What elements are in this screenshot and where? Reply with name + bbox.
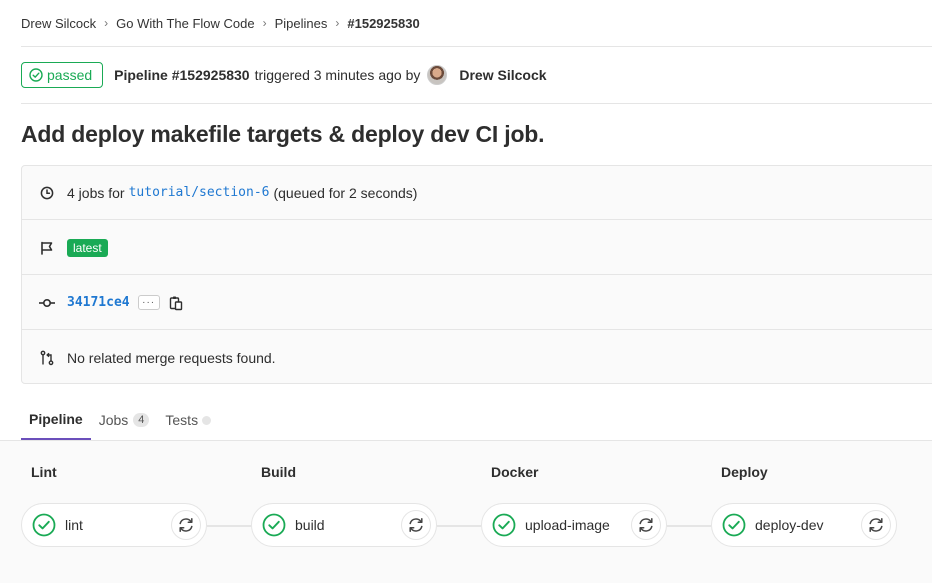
stage-connector bbox=[667, 525, 711, 527]
job-lint[interactable]: lint bbox=[21, 503, 207, 547]
merge-requests-row: No related merge requests found. bbox=[22, 331, 932, 384]
chevron-right-icon: › bbox=[335, 16, 340, 30]
tab-tests[interactable]: Tests bbox=[157, 400, 219, 440]
avatar[interactable] bbox=[427, 65, 448, 85]
queued-text: (queued for 2 seconds) bbox=[273, 184, 418, 201]
pipeline-title: Pipeline #152925830 bbox=[114, 67, 250, 83]
stage-title-deploy: Deploy bbox=[721, 464, 768, 480]
check-circle-icon bbox=[722, 513, 746, 537]
tab-jobs[interactable]: Jobs 4 bbox=[91, 400, 158, 440]
job-deploy-dev[interactable]: deploy-dev bbox=[711, 503, 897, 547]
tab-pipeline-label: Pipeline bbox=[29, 411, 83, 427]
copy-icon[interactable] bbox=[169, 295, 183, 311]
breadcrumb-project[interactable]: Go With The Flow Code bbox=[116, 16, 254, 31]
stage-connector bbox=[207, 525, 251, 527]
stage-title-docker: Docker bbox=[491, 464, 539, 480]
divider bbox=[21, 103, 932, 104]
expand-commit-button[interactable]: ··· bbox=[137, 295, 160, 310]
tags-row: latest bbox=[22, 221, 932, 275]
chevron-right-icon: › bbox=[104, 16, 109, 30]
commit-row: 34171ce4 ··· bbox=[22, 276, 932, 330]
jobs-info-row: 4 jobs for tutorial/section-6 (queued fo… bbox=[22, 166, 932, 220]
jobs-count-text: 4 jobs for bbox=[67, 184, 125, 201]
merge-request-icon bbox=[38, 350, 56, 366]
branch-link[interactable]: tutorial/section-6 bbox=[129, 185, 270, 200]
tab-tests-label: Tests bbox=[165, 412, 199, 428]
retry-icon[interactable] bbox=[401, 510, 431, 540]
tab-jobs-label: Jobs bbox=[98, 412, 129, 428]
breadcrumb-pipeline-id[interactable]: #152925830 bbox=[347, 16, 419, 31]
chevron-right-icon: › bbox=[262, 16, 267, 30]
commit-icon bbox=[38, 296, 56, 310]
check-circle-icon bbox=[262, 513, 286, 537]
job-name: deploy-dev bbox=[755, 517, 824, 533]
flag-icon bbox=[38, 240, 56, 256]
retry-icon[interactable] bbox=[171, 510, 201, 540]
breadcrumb-user[interactable]: Drew Silcock bbox=[21, 16, 96, 31]
latest-badge[interactable]: latest bbox=[67, 238, 108, 257]
check-circle-icon bbox=[492, 513, 516, 537]
triggered-text: triggered 3 minutes ago by bbox=[254, 67, 421, 83]
jobs-count-badge: 4 bbox=[133, 413, 150, 427]
stage-title-lint: Lint bbox=[31, 464, 57, 480]
stage-title-build: Build bbox=[261, 464, 296, 480]
tests-count-badge bbox=[202, 415, 212, 425]
job-name: upload-image bbox=[525, 517, 610, 533]
pipeline-tabs: Pipeline Jobs 4 Tests bbox=[21, 400, 219, 440]
job-upload-image[interactable]: upload-image bbox=[481, 503, 667, 547]
job-name: build bbox=[295, 517, 325, 533]
job-build[interactable]: build bbox=[251, 503, 437, 547]
retry-icon[interactable] bbox=[861, 510, 891, 540]
check-circle-icon bbox=[29, 68, 43, 82]
breadcrumb-pipelines[interactable]: Pipelines bbox=[275, 16, 328, 31]
stage-connector bbox=[437, 525, 481, 527]
pipeline-graph: Lint Build Docker Deploy lint build uplo… bbox=[0, 441, 932, 583]
commit-sha-link[interactable]: 34171ce4 bbox=[67, 295, 130, 310]
status-badge[interactable]: passed bbox=[21, 62, 104, 88]
pipeline-info-box: 4 jobs for tutorial/section-6 (queued fo… bbox=[21, 165, 932, 384]
tab-pipeline[interactable]: Pipeline bbox=[21, 400, 91, 440]
clock-icon bbox=[38, 186, 56, 200]
author-link[interactable]: Drew Silcock bbox=[459, 67, 546, 83]
commit-title: Add deploy makefile targets & deploy dev… bbox=[21, 121, 545, 147]
divider bbox=[21, 46, 932, 47]
pipeline-header: passed Pipeline #152925830 triggered 3 m… bbox=[21, 62, 547, 88]
job-name: lint bbox=[65, 517, 83, 533]
status-label: passed bbox=[47, 67, 93, 83]
merge-requests-text: No related merge requests found. bbox=[67, 349, 276, 366]
breadcrumb: Drew Silcock › Go With The Flow Code › P… bbox=[21, 14, 420, 32]
check-circle-icon bbox=[32, 513, 56, 537]
retry-icon[interactable] bbox=[631, 510, 661, 540]
